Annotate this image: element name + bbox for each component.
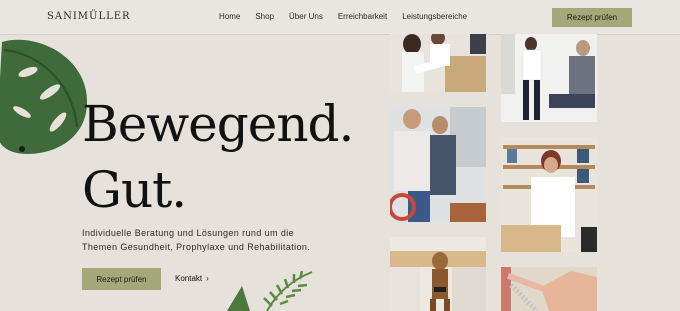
brand-logo[interactable]: SANIMÜLLER [47, 11, 131, 22]
photo-fitting-men [390, 107, 486, 222]
chevron-right-icon: › [206, 274, 209, 283]
header-prescription-button[interactable]: Rezept prüfen [552, 8, 632, 27]
hero-description: Individuelle Beratung und Lösungen rund … [82, 226, 362, 254]
photo-compression-stocking [501, 267, 597, 311]
photo-consultation-women [390, 34, 486, 92]
monstera-leaf-image [0, 39, 87, 154]
photo-advisor-phone [501, 137, 597, 252]
contact-link[interactable]: Kontakt › [175, 274, 209, 283]
fern-leaf-image [227, 270, 313, 311]
photo-advisor-couple [501, 34, 597, 122]
photo-shop-dog [390, 237, 486, 311]
hero-description-line2: Themen Gesundheit, Prophylaxe und Rehabi… [82, 242, 311, 252]
main-nav: Home Shop Über Uns Erreichbarkeit Leistu… [219, 12, 467, 21]
hero-description-line1: Individuelle Beratung und Lösungen rund … [82, 228, 295, 238]
hero-headline-line2: Gut. [82, 161, 187, 219]
contact-link-label: Kontakt [175, 274, 203, 283]
nav-item-shop[interactable]: Shop [255, 12, 274, 21]
site-header: SANIMÜLLER Home Shop Über Uns Erreichbar… [0, 0, 680, 35]
hero-prescription-button[interactable]: Rezept prüfen [82, 268, 161, 290]
nav-item-leistungsbereiche[interactable]: Leistungsbereiche [402, 12, 467, 21]
nav-item-erreichbarkeit[interactable]: Erreichbarkeit [338, 12, 387, 21]
hero-headline-line1: Bewegend. [82, 95, 354, 153]
nav-item-ueber-uns[interactable]: Über Uns [289, 12, 323, 21]
nav-item-home[interactable]: Home [219, 12, 240, 21]
